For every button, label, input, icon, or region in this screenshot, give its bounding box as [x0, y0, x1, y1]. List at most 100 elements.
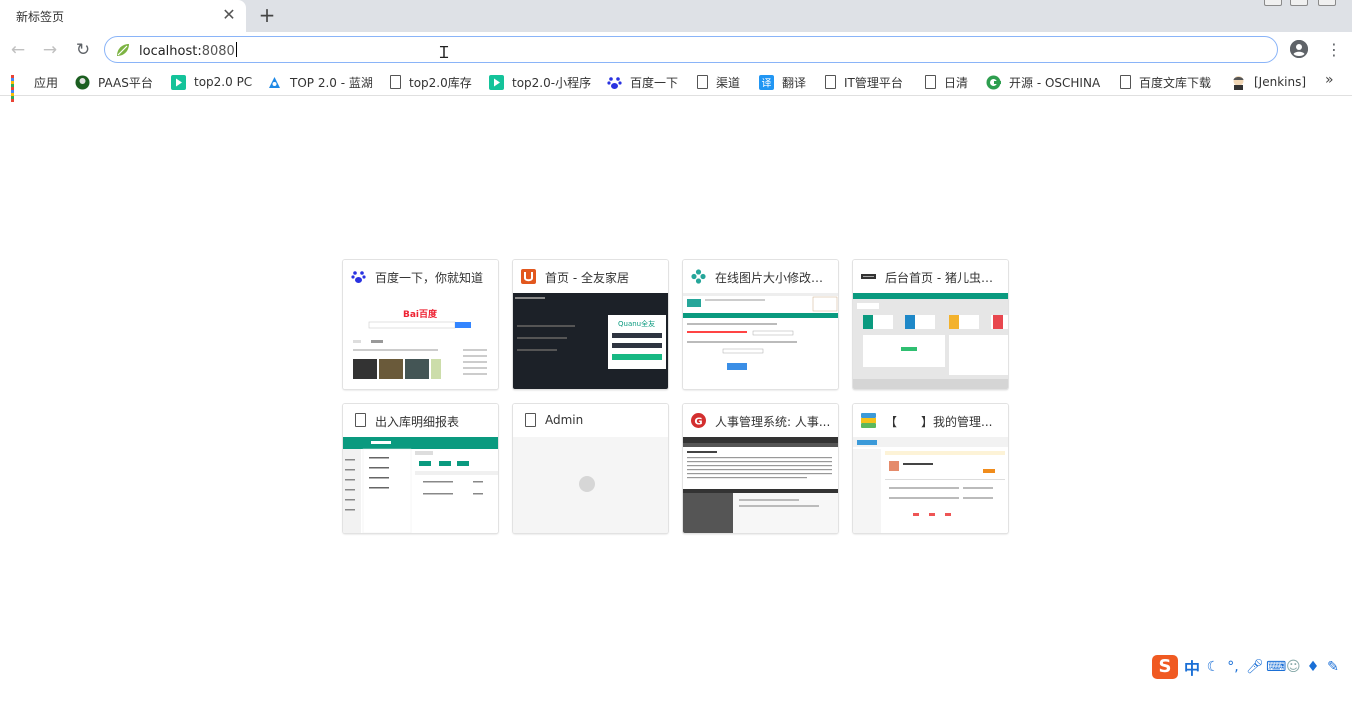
tile-header: G 人事管理系统: 人事... — [683, 404, 838, 436]
tile-header: 百度一下，你就知道 — [343, 260, 498, 292]
apps-grid-icon — [11, 74, 26, 102]
tile-thumbnail — [513, 437, 668, 533]
baidu-paw-icon — [607, 76, 622, 89]
punctuation-icon[interactable]: °, — [1226, 659, 1240, 675]
bookmark-label: IT管理平台 — [844, 75, 903, 90]
maximize-button[interactable] — [1290, 0, 1308, 6]
bookmark-top2-pc[interactable]: top2.0 PC — [171, 73, 252, 91]
tab-title: 新标签页 — [16, 10, 65, 24]
tile-header: 【 】我的管理... — [853, 404, 1008, 436]
microphone-icon[interactable]: 🎤︎ — [1246, 659, 1264, 675]
tile-title: 首页 - 全友家居 — [545, 271, 629, 285]
keyboard-icon[interactable]: ⌨ — [1266, 659, 1286, 675]
quanu-login-thumbnail: Quanu全友 — [513, 293, 668, 389]
ime-toolbar: S 中 ☾ °, 🎤︎ ⌨ ☺ ♦ ✎ — [1152, 654, 1352, 680]
svg-text:G: G — [694, 417, 702, 428]
tile-thumbnail — [683, 437, 838, 533]
tile-hr-system[interactable]: G 人事管理系统: 人事... — [683, 404, 838, 533]
bookmark-it-platform[interactable]: IT管理平台 — [823, 73, 903, 91]
minimize-button[interactable] — [1264, 0, 1282, 6]
spring-leaf-icon — [117, 44, 129, 56]
bookmark-paas[interactable]: PAAS平台 — [75, 73, 153, 91]
tile-my-management[interactable]: 【 】我的管理... — [853, 404, 1008, 533]
bookmark-riqing[interactable]: 日清 — [923, 73, 968, 91]
hr-article-thumbnail — [683, 437, 838, 533]
ibeam-cursor-icon: Ｉ — [436, 43, 453, 62]
tile-image-resizer[interactable]: 在线图片大小修改器... — [683, 260, 838, 389]
bookmark-top2-inventory[interactable]: top2.0库存 — [388, 73, 472, 91]
bookmark-wenku[interactable]: 百度文库下载 — [1118, 73, 1211, 91]
bookmarks-overflow-button[interactable]: » — [1325, 72, 1334, 88]
tile-title: 【 】我的管理... — [885, 415, 993, 429]
tile-thumbnail: Quanu全友 — [513, 293, 668, 389]
user-icon[interactable]: ☺ — [1286, 659, 1301, 675]
paas-logo-icon — [75, 75, 90, 89]
loading-spinner-icon — [579, 476, 595, 492]
bookmark-apps[interactable]: 应用 — [11, 73, 59, 102]
tile-title: 在线图片大小修改器... — [715, 271, 833, 285]
tile-admin-dashboard[interactable]: 后台首页 - 猪儿虫技... — [853, 260, 1008, 389]
reload-button[interactable]: ↻ — [71, 38, 95, 62]
tile-title: 人事管理系统: 人事... — [715, 415, 831, 429]
browser-menu-button[interactable]: ⋮ — [1326, 40, 1342, 60]
tile-thumbnail — [853, 293, 1008, 389]
wrench-icon[interactable]: ✎ — [1326, 659, 1340, 675]
tile-thumbnail — [683, 293, 838, 389]
page-icon — [925, 75, 936, 89]
tile-thumbnail — [853, 437, 1008, 533]
url-text[interactable]: localhost:8080 — [139, 42, 237, 59]
green-play-icon — [489, 74, 504, 90]
tile-header: 首页 - 全友家居 — [513, 260, 668, 292]
page-icon — [525, 413, 536, 427]
moon-icon[interactable]: ☾ — [1206, 659, 1220, 675]
tile-warehouse-report[interactable]: 出入库明细报表 — [343, 404, 498, 533]
skin-shirt-icon[interactable]: ♦ — [1306, 659, 1320, 675]
bookmark-label: 日清 — [944, 75, 969, 90]
address-bar[interactable]: localhost:8080 Ｉ — [104, 36, 1278, 63]
translate-icon: 译 — [759, 74, 774, 90]
bookmark-oschina[interactable]: 开源 - OSCHINA — [986, 73, 1100, 91]
window-close-button[interactable] — [1318, 0, 1336, 6]
tile-admin[interactable]: Admin — [513, 404, 668, 533]
jenkins-icon — [1233, 75, 1244, 90]
page-icon — [1120, 75, 1131, 89]
forward-button[interactable]: → — [38, 38, 62, 62]
tile-baidu[interactable]: 百度一下，你就知道 Bai百度 — [343, 260, 498, 389]
report-thumbnail — [343, 437, 498, 533]
page-icon — [825, 75, 836, 89]
tile-quanu[interactable]: 首页 - 全友家居 Quanu全友 — [513, 260, 668, 389]
tab-new-tab-page[interactable]: 新标签页 ✕ — [0, 0, 246, 32]
tile-title: 出入库明细报表 — [375, 415, 460, 429]
quanu-logo-text: Quanu全友 — [618, 319, 655, 328]
lanhu-icon — [269, 76, 280, 88]
oschina-icon — [986, 75, 1001, 89]
bookmark-jenkins[interactable]: [Jenkins] — [1231, 73, 1306, 91]
bookmark-label: TOP 2.0 - 蓝湖 — [290, 75, 373, 90]
most-visited-grid: 百度一下，你就知道 Bai百度 首页 - 全友家居 Quanu全友 在线图片大小… — [343, 260, 1009, 534]
bookmark-label: 开源 - OSCHINA — [1009, 75, 1101, 90]
bookmark-lanhu[interactable]: TOP 2.0 - 蓝湖 — [267, 73, 373, 91]
bookmark-label: 百度一下 — [630, 75, 679, 90]
bookmark-baidu[interactable]: 百度一下 — [607, 73, 678, 91]
quanu-u-icon — [521, 269, 536, 284]
tile-title: Admin — [545, 413, 584, 427]
bookmark-label: 应用 — [34, 75, 59, 90]
tile-header: 在线图片大小修改器... — [683, 260, 838, 292]
bookmark-label: top2.0库存 — [409, 75, 472, 90]
bookmark-channel[interactable]: 渠道 — [695, 73, 740, 91]
bookmark-top2-miniapp[interactable]: top2.0-小程序 — [489, 73, 591, 91]
page-icon — [390, 75, 401, 89]
ime-language-toggle[interactable]: 中 — [1184, 655, 1200, 679]
bookmark-translate[interactable]: 译 翻译 — [759, 73, 806, 91]
profile-avatar-icon[interactable] — [1290, 40, 1308, 58]
bookmark-label: 百度文库下载 — [1139, 75, 1212, 90]
resizer-page-thumbnail — [683, 293, 838, 389]
back-button[interactable]: ← — [6, 38, 30, 62]
tab-strip: 新标签页 ✕ + — [0, 0, 1352, 32]
close-icon[interactable]: ✕ — [220, 6, 238, 24]
bookmarks-bar: 应用 PAAS平台 top2.0 PC TOP 2.0 - 蓝湖 top2.0库… — [0, 68, 1352, 102]
dashboard-thumbnail — [853, 293, 1008, 389]
tile-thumbnail: Bai百度 — [343, 293, 498, 389]
new-tab-button[interactable]: + — [256, 3, 278, 27]
sogou-logo-icon[interactable]: S — [1152, 655, 1178, 679]
